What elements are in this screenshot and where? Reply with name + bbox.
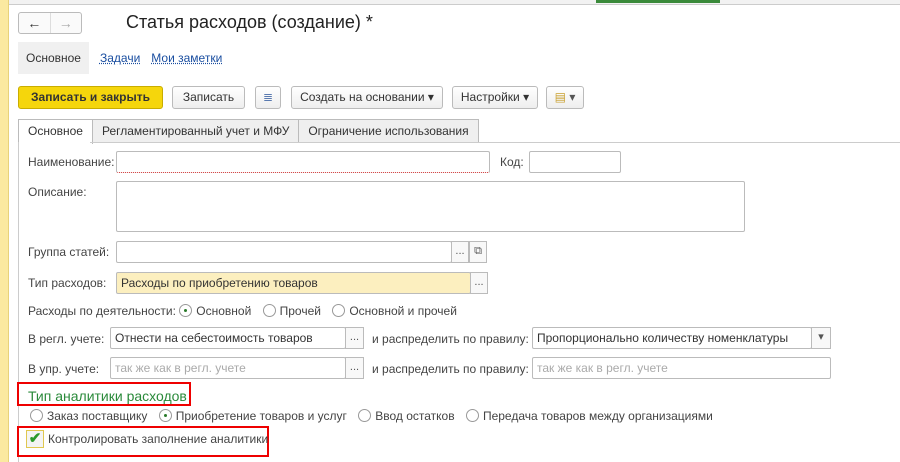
checkmark-icon: ✔ — [28, 430, 42, 447]
radio-main-other[interactable]: Основной и прочей — [332, 304, 457, 318]
code-label: Код: — [500, 155, 524, 169]
form-tabs: Основное Регламентированный учет и МФУ О… — [18, 119, 479, 144]
nav-main[interactable]: Основное — [18, 42, 89, 74]
radio-icon — [465, 409, 479, 422]
regl-rule-select[interactable]: Пропорционально количеству номенклатуры — [532, 327, 812, 349]
code-input[interactable] — [529, 151, 621, 173]
radio-opening-balance[interactable]: Ввод остатков — [358, 409, 455, 423]
upr-rule-input[interactable]: так же как в регл. учете — [532, 357, 831, 379]
divider — [90, 142, 900, 143]
regl-label: В регл. учете: — [28, 332, 105, 346]
settings-label: Настройки — [460, 90, 520, 104]
open-icon[interactable]: ⧉ — [469, 241, 487, 263]
description-input[interactable] — [116, 181, 745, 232]
back-arrow-icon[interactable]: ← — [19, 13, 51, 33]
type-input[interactable]: Расходы по приобретению товаров — [116, 272, 471, 294]
left-panel-edge — [0, 0, 9, 462]
save-close-button[interactable]: Записать и закрыть — [18, 86, 163, 109]
radio-label: Заказ поставщику — [47, 409, 148, 423]
radio-purchase[interactable]: Приобретение товаров и услуг — [158, 409, 347, 423]
chevron-down-icon[interactable]: ▾ — [811, 327, 831, 349]
radio-label: Основной — [196, 304, 252, 318]
select-button[interactable]: ... — [451, 241, 469, 263]
save-button[interactable]: Записать — [172, 86, 245, 109]
active-tab-indicator — [596, 0, 720, 3]
select-button[interactable]: ... — [345, 357, 364, 379]
create-based-label: Создать на основании — [300, 90, 425, 104]
control-label: Контролировать заполнение аналитики — [48, 432, 269, 446]
radio-icon — [358, 409, 372, 422]
upr-label: В упр. учете: — [28, 362, 100, 376]
name-input[interactable] — [116, 151, 490, 173]
radio-label: Основной и прочей — [349, 304, 457, 318]
distribute-label: и распределить по правилу: — [372, 362, 529, 376]
tab-regl[interactable]: Регламентированный учет и МФУ — [91, 119, 300, 143]
divider — [18, 142, 19, 462]
radio-transfer[interactable]: Передача товаров между организациями — [465, 409, 713, 423]
radio-other[interactable]: Прочей — [262, 304, 321, 318]
distribute-label: и распределить по правилу: — [372, 332, 529, 346]
name-label: Наименование: — [28, 155, 115, 169]
form-nav: Основное Задачи Мои заметки — [18, 42, 222, 74]
radio-icon — [262, 304, 276, 317]
tab-restrictions[interactable]: Ограничение использования — [298, 119, 479, 143]
select-button[interactable]: ... — [470, 272, 488, 294]
page-title: Статья расходов (создание) * — [126, 12, 373, 32]
radio-icon — [30, 409, 43, 422]
list-icon[interactable]: ≣ — [255, 86, 281, 109]
group-label: Группа статей: — [28, 245, 110, 259]
report-icon[interactable]: ▤ ▾ — [546, 86, 584, 109]
create-based-button[interactable]: Создать на основании ▾ — [291, 86, 443, 109]
radio-main[interactable]: Основной — [179, 304, 251, 318]
radio-icon — [179, 304, 193, 317]
activity-label: Расходы по деятельности: — [28, 304, 176, 318]
activity-radio-group: Расходы по деятельности: Основной Прочей… — [28, 304, 465, 318]
regl-input[interactable]: Отнести на себестоимость товаров — [110, 327, 346, 349]
analytics-section-title: Тип аналитики расходов — [28, 388, 187, 404]
settings-button[interactable]: Настройки ▾ — [452, 86, 538, 109]
control-checkbox[interactable]: ✔ — [26, 430, 44, 448]
group-input[interactable] — [116, 241, 452, 263]
upr-input[interactable]: так же как в регл. учете — [110, 357, 346, 379]
select-button[interactable]: ... — [345, 327, 364, 349]
top-tab-strip — [0, 0, 900, 5]
radio-label: Прочей — [279, 304, 321, 318]
description-label: Описание: — [28, 185, 87, 199]
radio-label: Передача товаров между организациями — [482, 409, 713, 423]
type-label: Тип расходов: — [28, 276, 107, 290]
forward-arrow-icon[interactable]: → — [51, 13, 82, 33]
nav-notes[interactable]: Мои заметки — [151, 51, 222, 65]
analytics-radio-group: Заказ поставщику Приобретение товаров и … — [30, 409, 721, 423]
radio-supplier-order[interactable]: Заказ поставщику — [30, 409, 147, 423]
history-nav: ← → — [18, 12, 82, 34]
radio-label: Ввод остатков — [375, 409, 455, 423]
tab-main[interactable]: Основное — [18, 119, 93, 144]
radio-label: Приобретение товаров и услуг — [175, 409, 347, 423]
nav-tasks[interactable]: Задачи — [100, 51, 140, 65]
radio-icon — [158, 409, 172, 422]
radio-icon — [332, 304, 346, 317]
